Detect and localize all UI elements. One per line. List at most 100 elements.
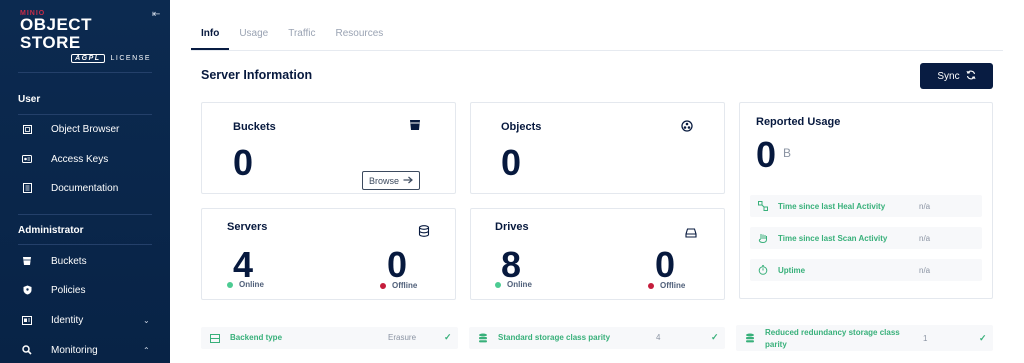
online-dot [227, 281, 233, 288]
reduced-parity-value: 1 [923, 334, 928, 343]
scan-activity-value: n/a [919, 233, 931, 243]
sidebar-item-monitoring[interactable]: Monitoring ⌃ [0, 338, 170, 362]
sidebar-item-object-browser[interactable]: Object Browser [0, 117, 170, 141]
buckets-icon [22, 256, 32, 266]
reduced-parity-label-line1: Reduced redundancy storage class [765, 328, 900, 337]
browse-label: Browse [368, 175, 399, 186]
usage-value: 0 [756, 134, 777, 175]
online-label: Online [507, 280, 532, 289]
heal-activity-row: Time since last Heal Activity n/a [750, 195, 982, 217]
storage-icon [478, 333, 488, 343]
offline-dot [380, 282, 386, 289]
buckets-count: 0 [233, 142, 254, 183]
chevron-down-icon[interactable]: ⌄ [143, 316, 150, 325]
scan-icon [758, 233, 768, 243]
sidebar-item-label: Object Browser [51, 123, 120, 135]
uptime-row: Uptime n/a [750, 259, 982, 281]
sidebar-section-user: User [18, 94, 41, 105]
sync-icon [966, 70, 976, 83]
sidebar-divider [18, 72, 152, 73]
drives-online-count: 8 [501, 244, 522, 285]
usage-unit: B [783, 146, 792, 160]
drives-card: Drives 8 Online 0 Offline [470, 208, 725, 300]
uptime-icon [758, 265, 768, 275]
online-label: Online [239, 280, 264, 289]
heal-icon [758, 201, 768, 211]
browse-button[interactable]: Browse [362, 171, 420, 190]
sidebar-item-label: Buckets [51, 255, 87, 267]
objects-icon [681, 119, 693, 132]
object-browser-icon [22, 124, 32, 134]
sidebar-item-buckets[interactable]: Buckets [0, 249, 170, 273]
arrow-right-icon [403, 176, 413, 186]
tab-bar: Info Usage Traffic Resources [191, 22, 393, 50]
servers-offline-count: 0 [387, 244, 408, 285]
sidebar: MINIO OBJECT STORE AGPL LICENSE ⇤ User O… [0, 0, 170, 363]
online-status: Online [227, 280, 264, 289]
tab-traffic[interactable]: Traffic [278, 22, 325, 50]
card-title: Reported Usage [756, 116, 841, 128]
logo-product: OBJECT STORE [20, 15, 92, 52]
logo-license: AGPL LICENSE [20, 54, 151, 63]
license-text: LICENSE [110, 55, 151, 62]
heal-activity-value: n/a [919, 201, 931, 211]
uptime-label: Uptime [778, 265, 806, 275]
reduced-parity-label-line2: parity [765, 340, 787, 349]
storage-icon [745, 333, 755, 343]
tab-usage[interactable]: Usage [229, 22, 278, 50]
servers-card: Servers 4 Online 0 Offline [201, 208, 456, 300]
drives-icon [685, 225, 697, 238]
check-icon: ✓ [979, 333, 987, 343]
buckets-card: Buckets 0 Browse [201, 102, 456, 194]
check-icon: ✓ [444, 332, 452, 342]
sidebar-item-label: Identity [51, 314, 84, 326]
uptime-value: n/a [919, 265, 931, 275]
server-icon [210, 333, 220, 343]
standard-parity-label: Standard storage class parity [498, 333, 611, 342]
card-title: Servers [227, 221, 268, 233]
monitoring-icon [22, 345, 32, 355]
sidebar-item-label: Access Keys [51, 153, 109, 165]
offline-dot [648, 282, 654, 289]
tab-divider [191, 50, 1003, 51]
tab-resources[interactable]: Resources [325, 22, 393, 50]
sync-button[interactable]: Sync [920, 63, 993, 89]
buckets-icon [409, 118, 421, 130]
standard-parity-item: Standard storage class parity 4 ✓ [469, 327, 725, 349]
sidebar-item-policies[interactable]: Policies [0, 278, 170, 302]
offline-status: Offline [380, 281, 417, 290]
backend-type-label: Backend type [230, 333, 283, 342]
minio-console: MINIO OBJECT STORE AGPL LICENSE ⇤ User O… [0, 0, 1024, 363]
offline-label: Offline [392, 281, 418, 290]
check-icon: ✓ [711, 332, 719, 342]
collapse-sidebar-icon[interactable]: ⇤ [152, 9, 160, 20]
scan-activity-row: Time since last Scan Activity n/a [750, 227, 982, 249]
sidebar-item-access-keys[interactable]: Access Keys [0, 147, 170, 171]
reduced-parity-label: Reduced redundancy storage class parity [765, 327, 900, 351]
sidebar-item-documentation[interactable]: Documentation [0, 176, 170, 200]
sidebar-divider [18, 244, 152, 245]
logo: MINIO OBJECT STORE AGPL LICENSE [20, 10, 155, 63]
tab-info[interactable]: Info [191, 22, 230, 50]
sidebar-divider [18, 114, 152, 115]
servers-icon [418, 224, 430, 237]
card-title: Buckets [233, 121, 276, 133]
backend-type-item: Backend type Erasure ✓ [201, 327, 458, 349]
offline-status: Offline [648, 281, 685, 290]
sidebar-item-label: Policies [51, 284, 86, 296]
sidebar-item-label: Documentation [51, 182, 119, 194]
card-title: Objects [501, 121, 542, 133]
chevron-up-icon[interactable]: ⌃ [143, 346, 150, 355]
objects-card: Objects 0 [470, 102, 725, 194]
backend-type-value: Erasure [388, 333, 417, 342]
reduced-parity-item: Reduced redundancy storage class parity … [736, 325, 993, 351]
sync-label: Sync [937, 70, 960, 82]
card-title: Drives [495, 221, 529, 233]
sidebar-item-identity[interactable]: Identity ⌄ [0, 308, 170, 332]
identity-icon [22, 315, 32, 325]
heal-activity-label: Time since last Heal Activity [778, 201, 886, 211]
policies-icon [22, 285, 32, 295]
standard-parity-value: 4 [656, 333, 661, 342]
sidebar-item-label: Monitoring [51, 344, 98, 356]
servers-online-count: 4 [233, 244, 254, 285]
